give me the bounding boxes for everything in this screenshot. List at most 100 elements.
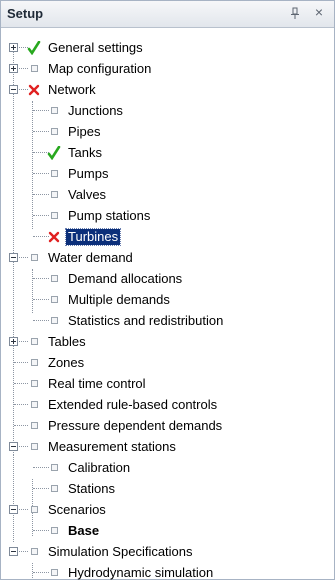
tree-item-label: Extended rule-based controls xyxy=(48,396,218,412)
tree-item-pipes[interactable]: Pipes xyxy=(47,121,103,142)
tree-line xyxy=(14,383,28,384)
tree-item-tables[interactable]: Tables xyxy=(27,331,88,352)
tree-item-label: Map configuration xyxy=(48,60,152,76)
tree-item-junctions[interactable]: Junctions xyxy=(47,100,125,121)
tree-item-label: General settings xyxy=(48,39,143,55)
tree-line xyxy=(14,425,28,426)
box-icon xyxy=(47,566,61,580)
tree-item-label: Zones xyxy=(48,354,85,370)
tree-item-label: Pipes xyxy=(68,123,101,139)
box-icon xyxy=(47,209,61,223)
tree-line xyxy=(13,49,14,455)
tree-item-valves[interactable]: Valves xyxy=(47,184,108,205)
tree-item-tanks[interactable]: Tanks xyxy=(47,142,104,163)
collapse-icon[interactable] xyxy=(9,505,18,514)
tree-item-network[interactable]: Network xyxy=(27,79,98,100)
tree-line xyxy=(14,362,28,363)
cross-icon xyxy=(47,230,61,244)
tree-item-pump-stations[interactable]: Pump stations xyxy=(47,205,152,226)
tree-item-label: Water demand xyxy=(48,249,133,265)
tree-item-label: Simulation Specifications xyxy=(48,543,193,559)
box-icon xyxy=(47,293,61,307)
tree-item-label: Valves xyxy=(68,186,107,202)
tree-item-label: Network xyxy=(48,81,96,97)
setup-tree: General settings Map configuration Network… xyxy=(1,33,334,580)
box-icon xyxy=(27,419,41,433)
box-icon xyxy=(47,524,61,538)
check-icon xyxy=(47,145,61,160)
box-icon xyxy=(27,335,41,349)
tree-item-pumps[interactable]: Pumps xyxy=(47,163,110,184)
box-icon xyxy=(47,272,61,286)
tree-line xyxy=(14,404,28,405)
collapse-icon[interactable] xyxy=(9,442,18,451)
tree-item-label: Statistics and redistribution xyxy=(68,312,224,328)
box-icon xyxy=(47,461,61,475)
expand-icon[interactable] xyxy=(9,64,18,73)
tree-item-water-demand[interactable]: Water demand xyxy=(27,247,135,268)
tree-item-label: Tanks xyxy=(68,144,102,160)
tree-item-map-configuration[interactable]: Map configuration xyxy=(27,58,153,79)
setup-panel: Setup × General settings Map configuratio… xyxy=(0,0,335,580)
tree-item-real-time-control[interactable]: Real time control xyxy=(27,373,148,394)
box-icon xyxy=(27,356,41,370)
tree-item-label: Base xyxy=(68,522,100,538)
box-icon xyxy=(27,503,41,517)
tree-item-label: Pumps xyxy=(68,165,109,181)
collapse-icon[interactable] xyxy=(9,85,18,94)
tree-item-scenarios[interactable]: Scenarios xyxy=(27,499,108,520)
tree-line xyxy=(32,269,33,313)
tree-item-label: Hydrodynamic simulation xyxy=(68,564,214,580)
panel-title: Setup xyxy=(7,6,44,21)
box-icon xyxy=(47,482,61,496)
tree-item-label: Pressure dependent demands xyxy=(48,417,223,433)
box-icon xyxy=(27,62,41,76)
expand-icon[interactable] xyxy=(9,337,18,346)
collapse-icon[interactable] xyxy=(9,547,18,556)
tree-item-measurement-stations[interactable]: Measurement stations xyxy=(27,436,178,457)
tree-item-multiple-demands[interactable]: Multiple demands xyxy=(47,289,172,310)
tree-item-label: Demand allocations xyxy=(68,270,183,286)
box-icon xyxy=(47,167,61,181)
box-icon xyxy=(47,314,61,328)
expand-icon[interactable] xyxy=(9,43,18,52)
tree-item-label: Junctions xyxy=(68,102,123,118)
box-icon xyxy=(47,188,61,202)
tree-item-demand-allocations[interactable]: Demand allocations xyxy=(47,268,184,289)
box-icon xyxy=(27,377,41,391)
tree-item-label: Scenarios xyxy=(48,501,106,517)
box-icon xyxy=(47,104,61,118)
box-icon xyxy=(47,125,61,139)
tree-item-stations[interactable]: Stations xyxy=(47,478,117,499)
check-icon xyxy=(27,40,41,55)
tree-line xyxy=(13,455,14,542)
pin-icon[interactable] xyxy=(288,6,302,20)
tree-item-simulation-specifications[interactable]: Simulation Specifications xyxy=(27,541,195,562)
tree-item-calibration[interactable]: Calibration xyxy=(47,457,132,478)
tree-item-label: Calibration xyxy=(68,459,131,475)
box-icon xyxy=(27,545,41,559)
tree-item-general-settings[interactable]: General settings xyxy=(27,37,145,58)
close-icon[interactable]: × xyxy=(312,4,326,20)
tree-item-label: Measurement stations xyxy=(48,438,176,454)
collapse-icon[interactable] xyxy=(9,253,18,262)
tree-item-label: Real time control xyxy=(48,375,146,391)
cross-icon xyxy=(27,83,41,97)
tree-item-turbines[interactable]: Turbines xyxy=(47,226,122,247)
tree-item-base[interactable]: Base xyxy=(47,520,101,541)
tree-item-label: Multiple demands xyxy=(68,291,170,307)
tree-item-label: Stations xyxy=(68,480,115,496)
tree-item-statistics-and-redistribution[interactable]: Statistics and redistribution xyxy=(47,310,225,331)
tree-item-label: Turbines xyxy=(64,227,122,246)
panel-titlebar: Setup × xyxy=(1,1,334,28)
tree-line xyxy=(32,563,33,578)
tree-item-extended-rule-based-controls[interactable]: Extended rule-based controls xyxy=(27,394,219,415)
box-icon xyxy=(27,440,41,454)
tree-item-label: Tables xyxy=(48,333,86,349)
tree-item-label: Pump stations xyxy=(68,207,151,223)
tree-item-pressure-dependent-demands[interactable]: Pressure dependent demands xyxy=(27,415,224,436)
tree-item-zones[interactable]: Zones xyxy=(27,352,86,373)
box-icon xyxy=(27,251,41,265)
tree-line xyxy=(32,521,33,536)
box-icon xyxy=(27,398,41,412)
